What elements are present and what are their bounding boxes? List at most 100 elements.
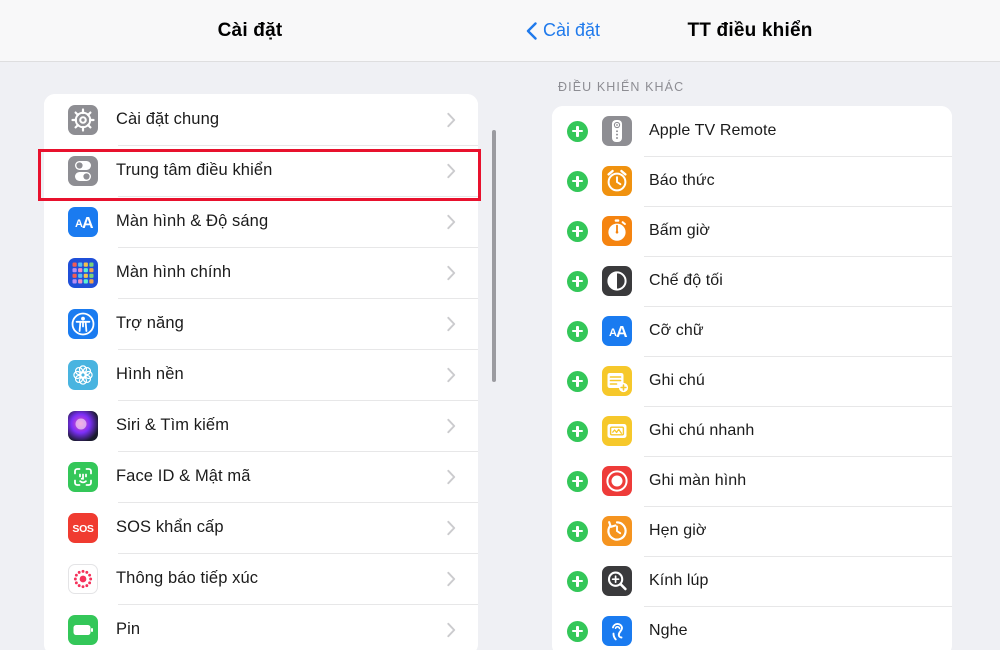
chevron-right-icon [447,214,456,229]
control-row[interactable]: Nghe [552,606,952,650]
control-row[interactable]: A A Cỡ chữ [552,306,952,356]
control-row-label: Chế độ tối [649,272,723,289]
chevron-right-icon [447,469,456,484]
settings-row[interactable]: Cài đặt chung [44,94,478,145]
control-row[interactable]: Bấm giờ [552,206,952,256]
screen-recording-icon [606,470,628,492]
notes-icon [607,373,629,393]
plus-circle-icon[interactable] [567,620,588,642]
more-controls-list: Apple TV Remote Báo thức Bấm giờ Chế độ … [552,106,952,650]
sos-icon: SOS [68,512,98,543]
settings-screen: Cài đặt Cài đặt chung Trung tâm điều khi… [0,0,500,650]
control-row-label: Kính lúp [649,572,709,589]
control-row[interactable]: Hẹn giờ [552,506,952,556]
plus-circle-icon[interactable] [567,420,588,442]
back-button[interactable]: Cài đặt [526,20,600,41]
hearing-icon [612,622,623,641]
control-row[interactable]: Apple TV Remote [552,106,952,156]
apple-tv-remote-icon [612,120,622,142]
control-row-label: Hẹn giờ [649,522,707,539]
siri-icon [75,418,87,429]
chevron-right-icon [447,520,456,535]
plus-circle-icon[interactable] [567,170,588,192]
display-brightness-icon: A A [75,215,94,232]
control-row-label: Ghi chú nhanh [649,422,755,439]
settings-row[interactable]: Thông báo tiếp xúc [44,553,478,604]
section-header: ĐIỀU KHIỂN KHÁC [558,80,685,94]
control-center-screen: Cài đặt TT điều khiển ĐIỀU KHIỂN KHÁC Ap… [500,0,1000,650]
chevron-right-icon [447,418,456,433]
settings-row-label: Face ID & Mật mã [116,467,251,485]
settings-row-label: Trung tâm điều khiển [116,161,273,179]
control-row-label: Cỡ chữ [649,322,704,339]
battery-icon [68,614,98,645]
chevron-right-icon [447,367,456,382]
magnifier-icon [602,566,632,596]
gear-icon [68,104,98,135]
plus-circle-icon[interactable] [567,520,588,542]
settings-row-label: Màn hình chính [116,263,232,281]
back-button-label: Cài đặt [543,20,601,40]
plus-circle-icon[interactable] [567,570,588,592]
exposure-notification-icon [73,569,93,588]
left-scrollbar[interactable] [492,130,496,382]
chevron-right-icon [447,571,456,586]
control-row[interactable]: Báo thức [552,156,952,206]
control-row-label: Nghe [649,622,688,639]
control-row-label: Ghi chú [649,372,705,389]
gear-icon [71,107,95,132]
settings-row[interactable]: A A Màn hình & Độ sáng [44,196,478,247]
chevron-right-icon [447,112,456,127]
siri-icon [68,410,98,441]
control-row-label: Apple TV Remote [649,122,777,139]
plus-circle-icon[interactable] [567,470,588,492]
dark-mode-icon [607,271,627,291]
control-row[interactable]: Ghi chú nhanh [552,406,952,456]
plus-circle-icon[interactable] [567,220,588,242]
settings-row[interactable]: Màn hình chính [44,247,478,298]
svg-text:A: A [616,324,628,341]
timer-icon [607,521,627,541]
quick-note-icon [607,424,627,438]
chevron-right-icon [447,622,456,637]
timer-icon [602,516,632,546]
settings-row[interactable]: Siri & Tìm kiếm [44,400,478,451]
hearing-icon [602,616,632,646]
notes-icon [602,366,632,396]
screen-recording-icon [602,466,632,496]
settings-row-label: Màn hình & Độ sáng [116,212,269,230]
settings-list: Cài đặt chung Trung tâm điều khiển A A Màn… [44,94,478,650]
plus-circle-icon[interactable] [567,270,588,292]
control-center-icon [68,155,98,186]
settings-row-label: Pin [116,620,141,638]
text-size-icon: A A [609,324,628,341]
alarm-clock-icon [602,166,632,196]
control-row-label: Bấm giờ [649,222,710,239]
control-row[interactable]: Ghi chú [552,356,952,406]
settings-row[interactable]: Hình nền [44,349,478,400]
dual-screenshot-container: Cài đặt Cài đặt chung Trung tâm điều khi… [0,0,1000,650]
settings-row-label: Siri & Tìm kiếm [116,416,230,434]
plus-circle-icon[interactable] [567,370,588,392]
settings-row[interactable]: SOS SOS khẩn cấp [44,502,478,553]
control-row-label: Báo thức [649,172,715,189]
settings-row[interactable]: Trợ năng [44,298,478,349]
control-row[interactable]: Ghi màn hình [552,456,952,506]
face-id-icon [68,461,98,492]
settings-row[interactable]: Face ID & Mật mã [44,451,478,502]
home-screen-icon [72,262,94,283]
settings-row-label: Thông báo tiếp xúc [116,569,259,587]
settings-row[interactable]: Trung tâm điều khiển [44,145,478,196]
chevron-right-icon [447,316,456,331]
quick-note-icon [602,416,632,446]
svg-text:SOS: SOS [72,523,94,535]
control-row[interactable]: Chế độ tối [552,256,952,306]
plus-circle-icon[interactable] [567,120,588,142]
left-navbar: Cài đặt [0,0,500,62]
control-center-icon [75,160,91,181]
plus-circle-icon[interactable] [567,320,588,342]
control-row[interactable]: Kính lúp [552,556,952,606]
settings-row[interactable]: Pin [44,604,478,650]
chevron-right-icon [447,265,456,280]
settings-row-label: Cài đặt chung [116,110,220,128]
